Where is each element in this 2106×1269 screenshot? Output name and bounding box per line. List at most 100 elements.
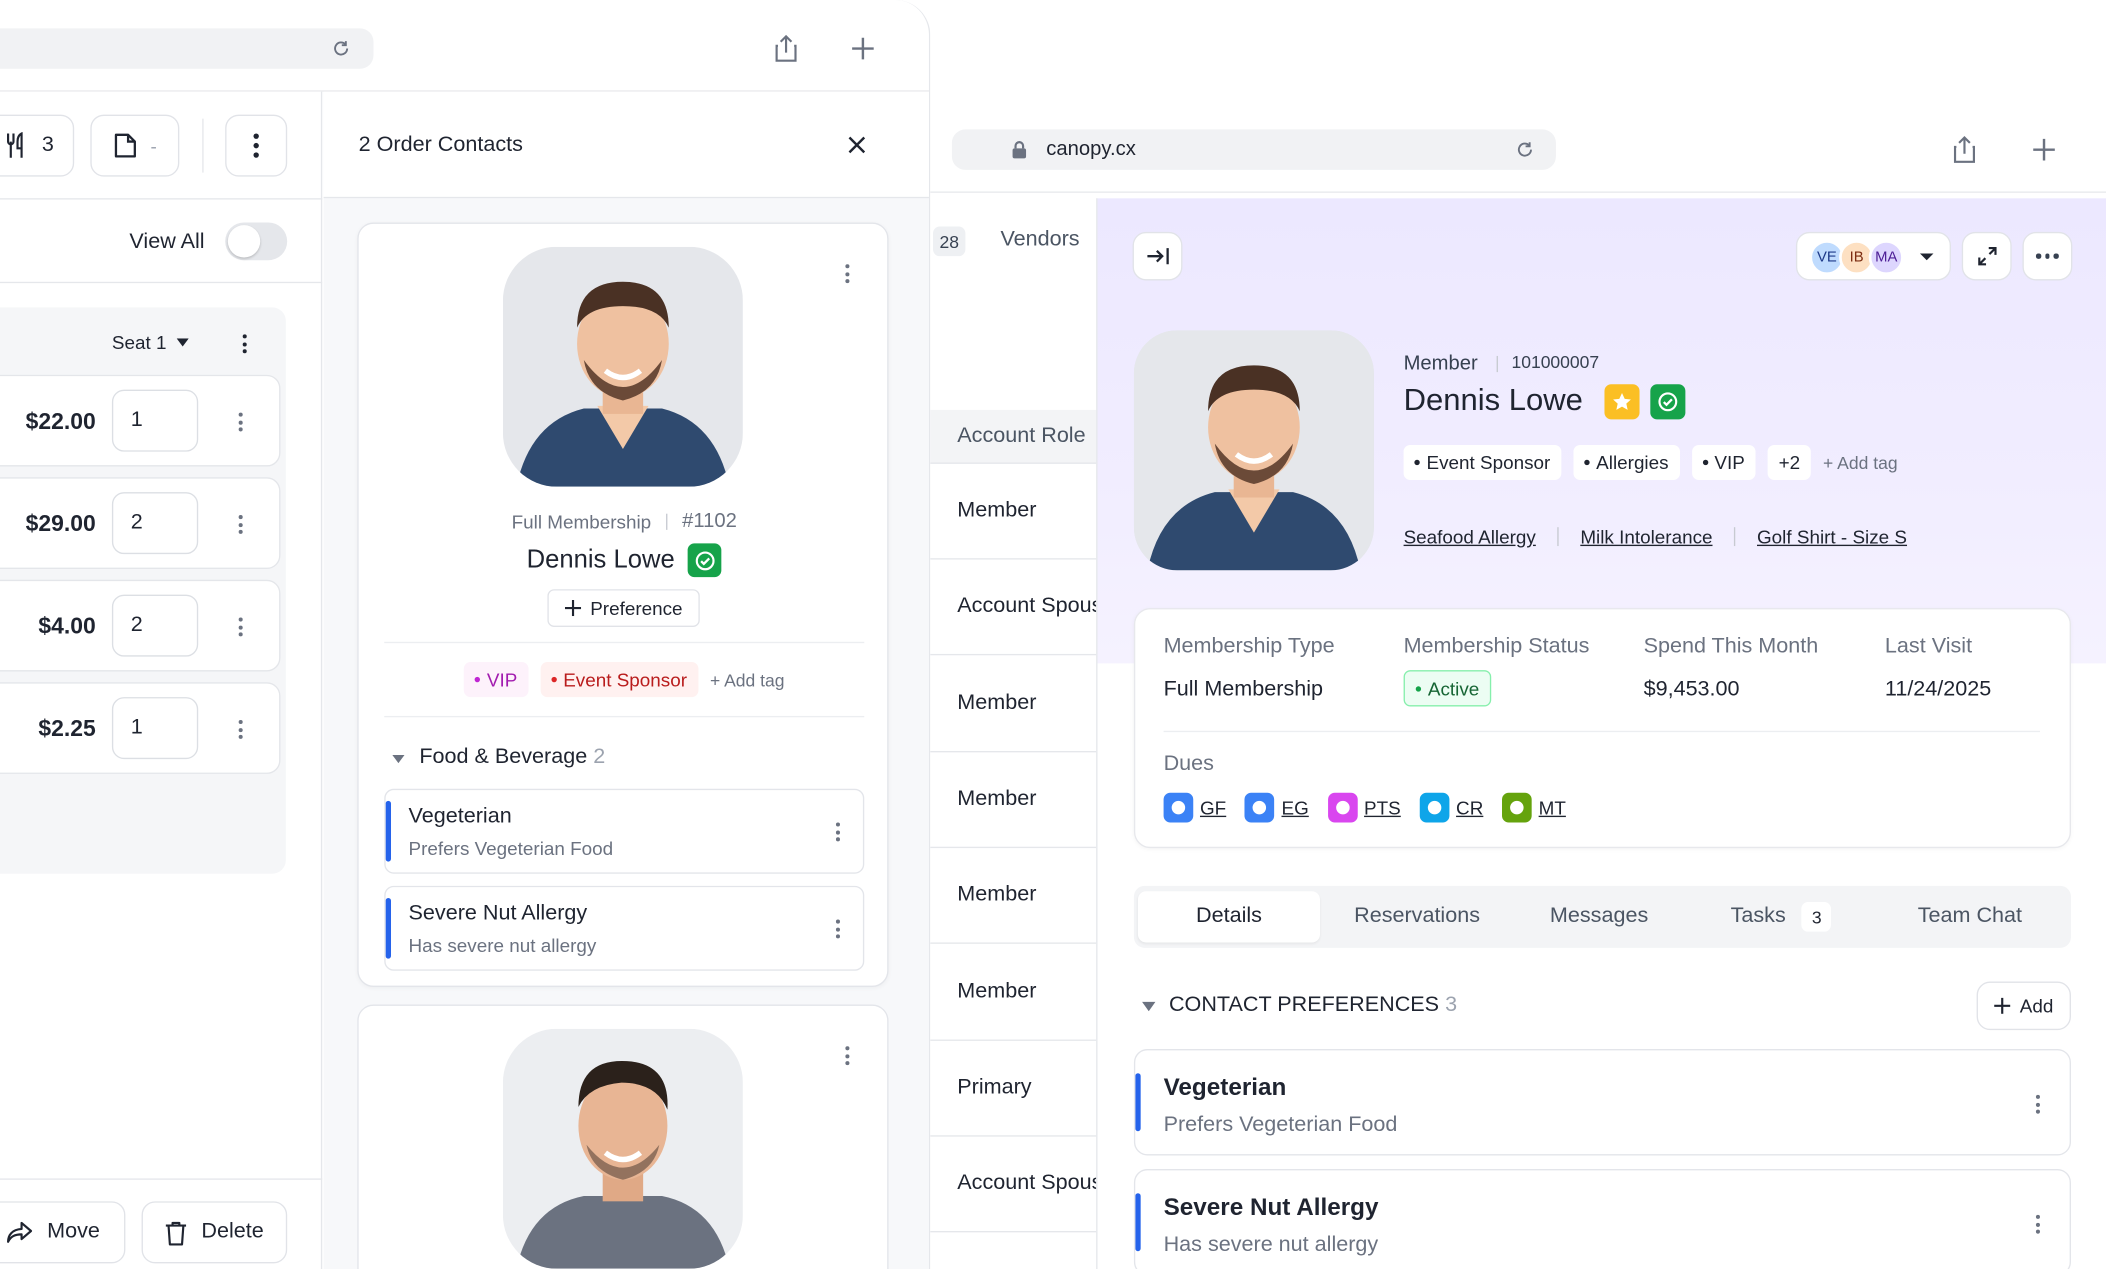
tab-team-chat[interactable]: Team Chat [1875,891,2064,942]
table-row[interactable]: Member [930,656,1099,752]
new-tab-icon[interactable] [851,36,875,60]
due-chip-gf[interactable]: GF [1163,792,1227,823]
tab-details[interactable]: Details [1137,891,1320,943]
more-tags-badge[interactable]: +2 [1767,444,1811,480]
quantity-field[interactable]: 2 [111,492,199,555]
kebab-menu-icon[interactable] [844,264,849,284]
item-price: $4.00 [38,613,96,640]
table-row[interactable]: Account Spouse [930,1137,1099,1233]
link-milk-intolerance[interactable]: Milk Intolerance [1580,526,1712,548]
tag-vip[interactable]: VIP [1691,444,1756,480]
add-tag-link[interactable]: + Add tag [710,669,785,689]
contact-pref-item[interactable]: Vegeterian Prefers Vegeterian Food [1133,1048,2071,1156]
kebab-menu-icon[interactable] [835,919,840,939]
table-row[interactable]: Member [930,752,1099,848]
spend-value: $9,453.00 [1643,678,1740,702]
tag-label: Event Sponsor [563,668,688,691]
quantity-field[interactable]: 1 [111,389,199,452]
add-preference-button[interactable]: Preference [547,589,700,627]
reload-icon[interactable] [1515,140,1534,159]
divider [384,641,865,644]
move-button[interactable]: Move [0,1201,126,1264]
right-browser-window: canopy.cx 28 Vendors Account Role Member… [930,0,2106,1269]
tag-allergies[interactable]: Allergies [1573,444,1680,480]
preference-item[interactable]: Vegeterian Prefers Vegeterian Food [384,788,865,874]
preference-item[interactable]: Severe Nut Allergy Has severe nut allerg… [384,885,865,971]
assignees-dropdown[interactable]: VE IB MA [1795,231,1951,281]
table-row[interactable]: Primary [930,1041,1099,1137]
tab-reservations[interactable]: Reservations [1323,891,1512,942]
tag-event-sponsor[interactable]: Event Sponsor [540,662,698,698]
link-seafood-allergy[interactable]: Seafood Allergy [1404,526,1536,548]
add-preference-button[interactable]: Add [1976,981,2071,1031]
order-item-row[interactable]: $22.00 1 [0,374,281,467]
table-header-account-role[interactable]: Account Role [930,409,1099,464]
delete-button[interactable]: Delete [141,1201,288,1264]
kebab-menu-icon[interactable] [237,617,243,637]
contact-name-row: Dennis Lowe [359,543,890,578]
due-code: PTS [1364,796,1401,819]
order-item-row[interactable]: $29.00 2 [0,477,281,569]
collapse-panel-button[interactable] [1132,231,1183,281]
verified-icon [688,543,722,578]
due-chip-eg[interactable]: EG [1245,792,1309,823]
document-button[interactable]: - [90,114,180,177]
tag-event-sponsor[interactable]: Event Sponsor [1403,444,1562,480]
due-chip-cr[interactable]: CR [1419,792,1483,823]
kebab-menu-icon[interactable] [237,412,243,432]
add-tag-link[interactable]: + Add tag [1823,452,1898,472]
kebab-menu-icon[interactable] [237,719,243,739]
order-column: 3 - View All Seat 1 Move Delete $22.00 1… [0,91,323,1269]
table-row[interactable]: Member [930,464,1099,560]
table-row[interactable]: Member [930,848,1099,945]
separator [1496,355,1498,373]
link-golf-shirt[interactable]: Golf Shirt - Size S [1757,526,1907,548]
contact-card [357,1004,889,1269]
table-row[interactable]: Account Spouse [930,560,1099,656]
new-tab-icon[interactable] [2032,138,2056,162]
collapse-right-icon [1146,248,1169,265]
divider [384,715,865,718]
left-browser-window: 3 - View All Seat 1 Move Delete $22.00 1… [0,0,931,1269]
caret-down-icon[interactable] [392,755,405,764]
address-bar[interactable]: canopy.cx [951,129,1556,170]
more-actions-button[interactable] [225,114,288,177]
quantity-field[interactable]: 1 [111,697,199,760]
due-code: GF [1199,796,1227,819]
view-all-toggle[interactable] [225,222,288,261]
plus-icon [1994,997,2011,1014]
tab-messages[interactable]: Messages [1511,891,1686,942]
expand-button[interactable] [1961,231,2012,281]
pref-subtitle: Has severe nut allergy [408,934,597,956]
order-item-row[interactable]: $2.25 1 [0,682,281,774]
quantity-field[interactable]: 2 [111,594,199,657]
tab-tasks[interactable]: Tasks 3 [1687,891,1876,942]
contact-pref-item[interactable]: Severe Nut Allergy Has severe nut allerg… [1133,1168,2071,1269]
covers-button[interactable]: 3 [0,114,75,177]
more-options-button[interactable] [2022,231,2073,281]
close-icon[interactable] [848,136,866,154]
caret-down-icon[interactable] [1142,1001,1156,1012]
share-icon[interactable] [1952,135,1976,165]
order-item-row[interactable]: $4.00 2 [0,579,281,672]
nav-vendors[interactable]: Vendors [1000,228,1079,252]
tag-label: Allergies [1596,451,1669,474]
kebab-menu-icon[interactable] [844,1046,849,1066]
kebab-menu-icon[interactable] [2035,1094,2040,1114]
due-icon [1163,792,1194,823]
due-chip-mt[interactable]: MT [1502,792,1566,823]
seat-dropdown[interactable]: Seat 1 [112,332,190,353]
seat-menu-icon[interactable] [241,334,247,354]
share-icon[interactable] [774,34,798,64]
kebab-menu-icon[interactable] [237,515,243,534]
kebab-menu-icon[interactable] [2035,1214,2040,1234]
kebab-menu-icon[interactable] [835,822,840,842]
reload-icon[interactable] [332,39,351,58]
tag-vip[interactable]: VIP [463,662,529,698]
member-id: 101000007 [1511,351,1600,373]
address-bar[interactable] [0,28,374,69]
table-row[interactable]: Member [930,944,1099,1041]
toggle-knob [227,225,261,258]
divider [0,281,323,284]
due-chip-pts[interactable]: PTS [1327,792,1401,823]
